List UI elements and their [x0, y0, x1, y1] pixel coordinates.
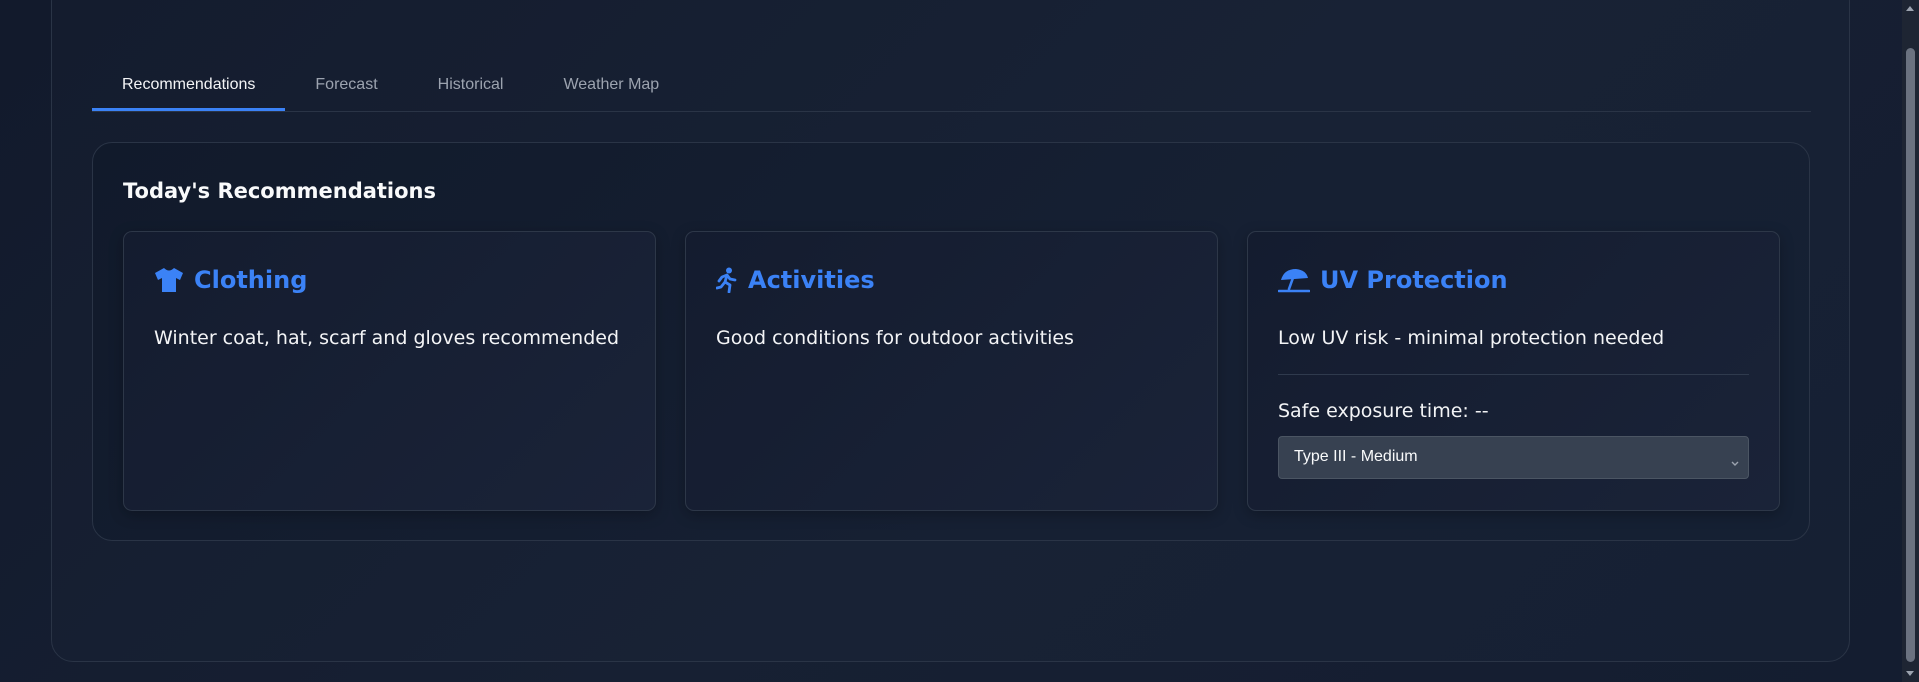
activities-card-header: Activities — [716, 266, 875, 294]
skin-type-select[interactable]: Type III - Medium — [1278, 436, 1749, 479]
tab-forecast[interactable]: Forecast — [285, 66, 407, 111]
uv-protection-title: UV Protection — [1320, 266, 1508, 294]
activities-title: Activities — [748, 266, 875, 294]
shirt-icon — [154, 267, 184, 293]
tab-weather-map[interactable]: Weather Map — [533, 66, 689, 111]
activities-card: Activities Good conditions for outdoor a… — [685, 231, 1218, 511]
safe-exposure-label: Safe exposure time: -- — [1278, 400, 1489, 422]
uv-card-header: UV Protection — [1278, 266, 1508, 294]
scroll-thumb[interactable] — [1906, 48, 1915, 662]
recommendations-panel: Today's Recommendations Clothing Winter … — [92, 142, 1810, 541]
clothing-title: Clothing — [194, 266, 308, 294]
skin-type-selected-value: Type III - Medium — [1294, 448, 1418, 465]
scroll-down-arrow-icon[interactable] — [1906, 671, 1914, 676]
uv-protection-card: UV Protection Low UV risk - minimal prot… — [1247, 231, 1780, 511]
tab-recommendations[interactable]: Recommendations — [92, 66, 286, 111]
uv-text: Low UV risk - minimal protection needed — [1278, 327, 1665, 349]
uv-divider — [1278, 374, 1749, 375]
umbrella-beach-icon — [1278, 267, 1310, 293]
clothing-card-header: Clothing — [154, 266, 307, 294]
chevron-down-icon — [1730, 453, 1740, 472]
clothing-text: Winter coat, hat, scarf and gloves recom… — [154, 327, 619, 349]
clothing-card: Clothing Winter coat, hat, scarf and glo… — [123, 231, 656, 511]
recommendations-title: Today's Recommendations — [123, 179, 437, 203]
vertical-scrollbar[interactable] — [1902, 0, 1919, 682]
tab-historical[interactable]: Historical — [408, 66, 534, 111]
tab-bar: Recommendations Forecast Historical Weat… — [92, 66, 1811, 112]
app-viewport: Recommendations Forecast Historical Weat… — [0, 0, 1919, 682]
running-icon — [716, 267, 738, 293]
scroll-up-arrow-icon[interactable] — [1906, 6, 1914, 11]
activities-text: Good conditions for outdoor activities — [716, 327, 1074, 349]
